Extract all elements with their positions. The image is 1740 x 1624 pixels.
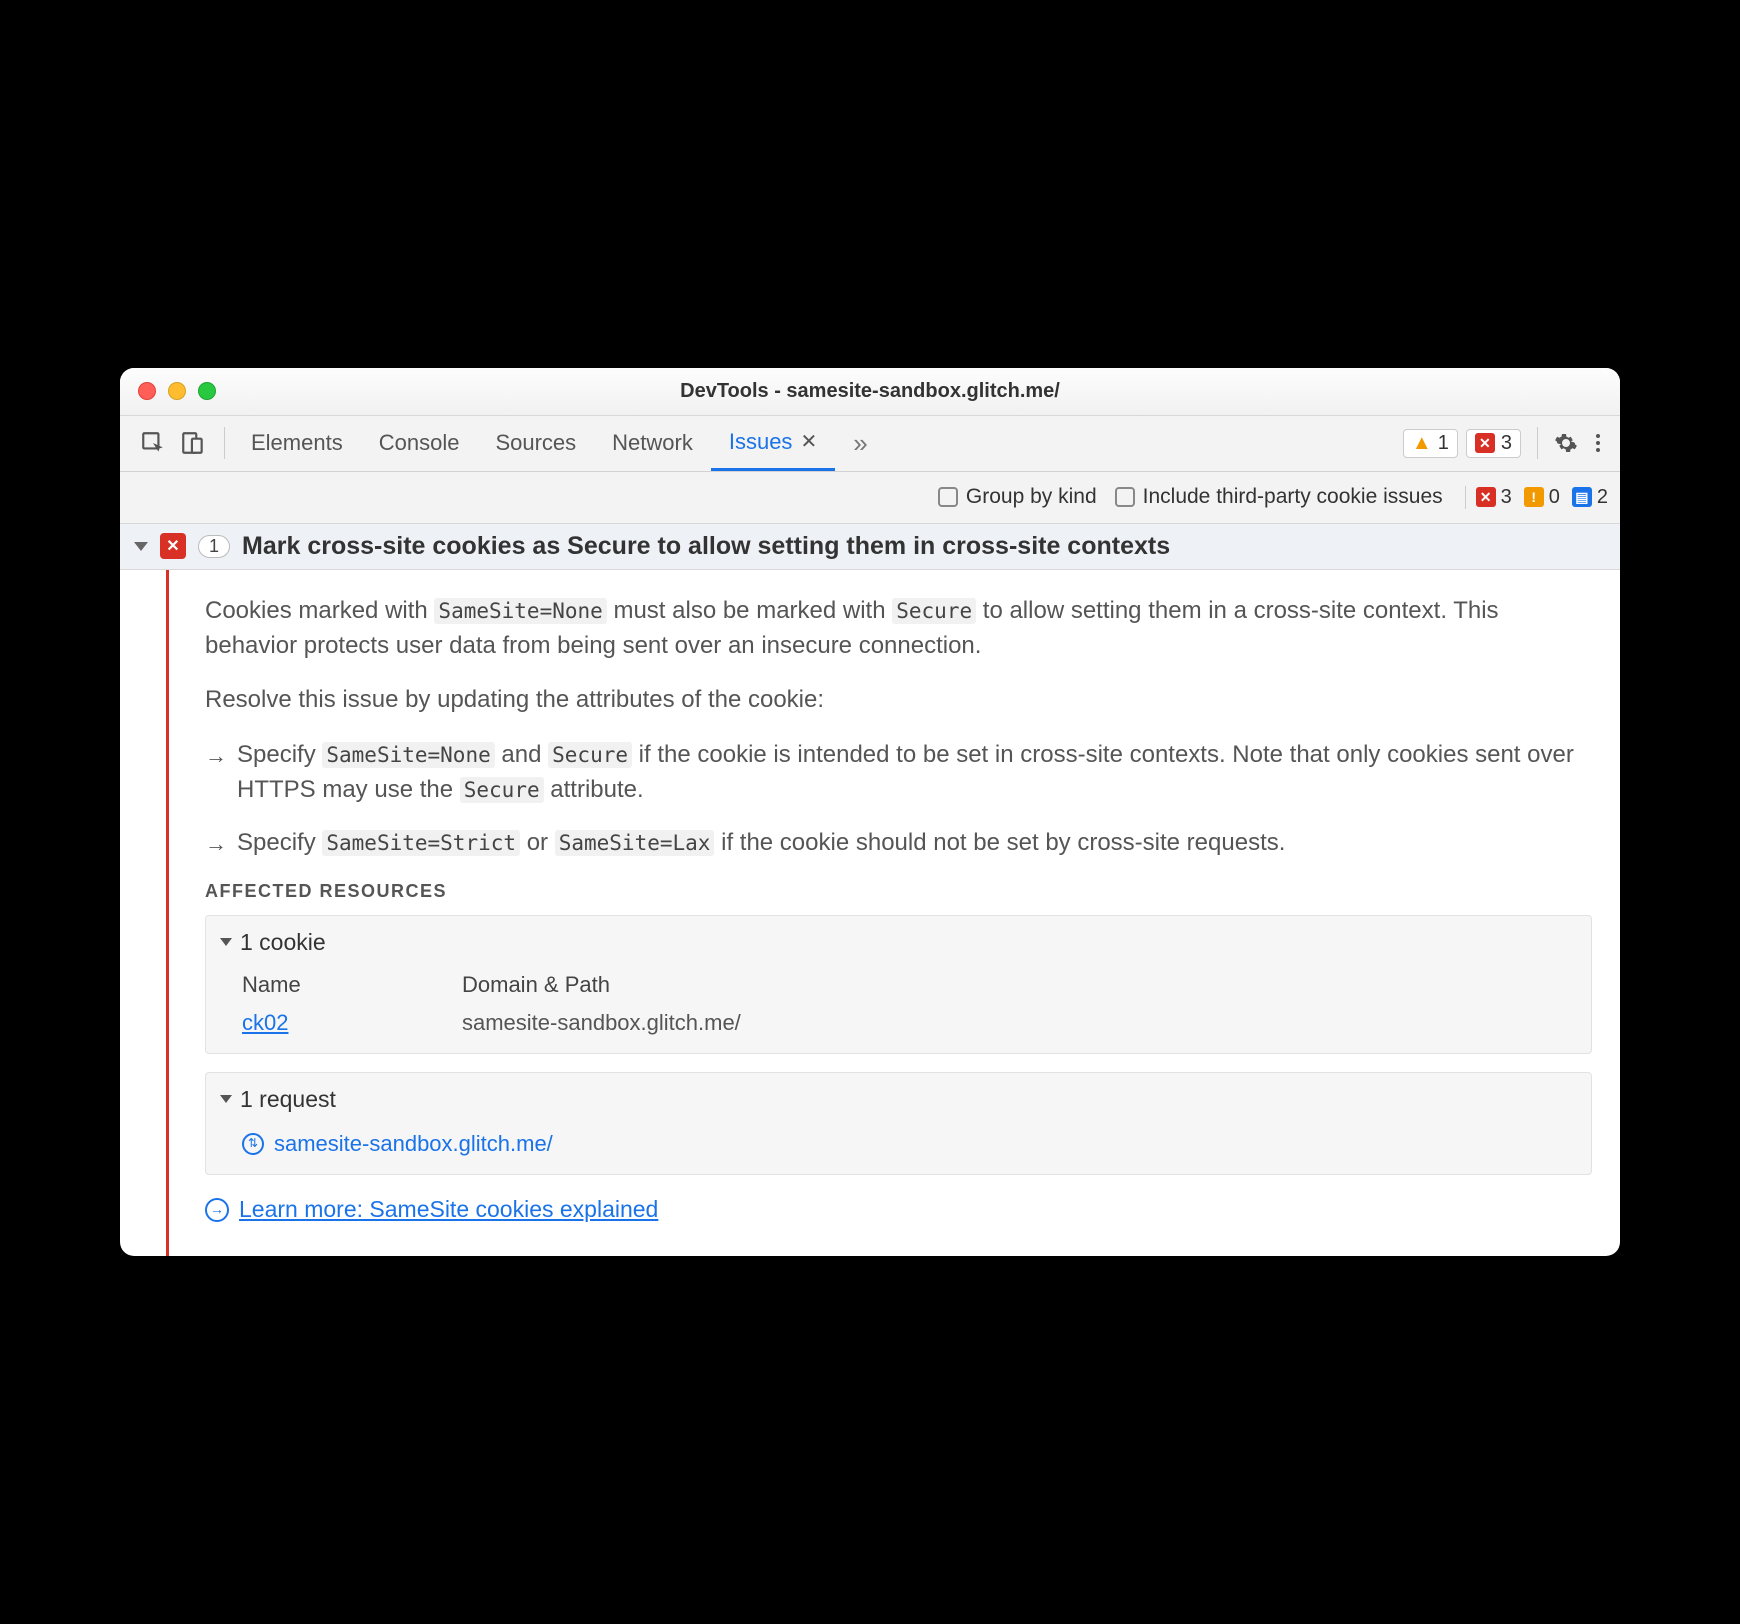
warning-count: 0: [1549, 486, 1560, 509]
tab-issues-label: Issues: [729, 429, 793, 455]
cookie-name-link[interactable]: ck02: [242, 1010, 288, 1035]
warning-icon: ▲: [1412, 433, 1432, 453]
resolution-step: → Specify SameSite=None and Secure if th…: [205, 738, 1592, 808]
warnings-badge[interactable]: ▲ 1: [1403, 429, 1458, 458]
code-samesite-none: SameSite=None: [322, 742, 494, 768]
error-icon: ✕: [160, 533, 186, 559]
info-count: 2: [1597, 486, 1608, 509]
arrow-right-circle-icon: →: [205, 1198, 229, 1222]
issue-row-header[interactable]: ✕ 1 Mark cross-site cookies as Secure to…: [120, 524, 1620, 570]
code-samesite-lax: SameSite=Lax: [555, 830, 715, 856]
include-third-party-label: Include third-party cookie issues: [1143, 485, 1443, 509]
issue-content: Cookies marked with SameSite=None must a…: [169, 570, 1620, 1257]
code-secure: Secure: [460, 777, 544, 803]
close-tab-icon[interactable]: ✕: [800, 429, 817, 454]
cookie-domain: samesite-sandbox.glitch.me/: [462, 1007, 741, 1039]
table-header: Name Domain & Path: [242, 969, 1577, 1001]
col-domain-path: Domain & Path: [462, 969, 610, 1001]
code-secure: Secure: [548, 742, 632, 768]
errors-count: 3: [1501, 432, 1512, 455]
group-by-kind-checkbox[interactable]: Group by kind: [938, 485, 1097, 509]
tab-elements[interactable]: Elements: [233, 416, 361, 471]
arrow-icon: →: [205, 738, 227, 808]
devtools-window: DevTools - samesite-sandbox.glitch.me/ E…: [120, 368, 1620, 1257]
issue-title: Mark cross-site cookies as Secure to all…: [242, 532, 1170, 561]
request-link[interactable]: samesite-sandbox.glitch.me/: [274, 1128, 553, 1160]
tab-overflow[interactable]: »: [835, 416, 885, 471]
error-counter[interactable]: ✕3: [1476, 486, 1512, 509]
titlebar: DevTools - samesite-sandbox.glitch.me/: [120, 368, 1620, 416]
error-icon: ✕: [1475, 433, 1495, 453]
col-name: Name: [242, 969, 382, 1001]
cookies-table: Name Domain & Path ck02 samesite-sandbox…: [242, 969, 1577, 1039]
issue-body: Cookies marked with SameSite=None must a…: [120, 570, 1620, 1257]
error-count: 3: [1501, 486, 1512, 509]
settings-icon[interactable]: [1554, 431, 1578, 455]
device-toggle-icon[interactable]: [180, 430, 206, 456]
tab-issues[interactable]: Issues ✕: [711, 416, 835, 471]
inspect-tools: [130, 430, 216, 456]
checkbox-icon: [1115, 487, 1135, 507]
panel-tabbar: Elements Console Sources Network Issues …: [120, 416, 1620, 472]
network-icon: ⇅: [242, 1133, 264, 1155]
expand-icon: [134, 542, 148, 551]
error-icon: ✕: [1476, 487, 1496, 507]
tab-sources[interactable]: Sources: [477, 416, 594, 471]
learn-more-link[interactable]: Learn more: SameSite cookies explained: [239, 1193, 658, 1226]
separator: [1537, 427, 1538, 459]
issue-description: Cookies marked with SameSite=None must a…: [205, 594, 1592, 664]
inspect-element-icon[interactable]: [140, 430, 166, 456]
affected-resources-label: Affected Resources: [205, 878, 1592, 904]
info-icon: ▤: [1572, 487, 1592, 507]
include-third-party-checkbox[interactable]: Include third-party cookie issues: [1115, 485, 1443, 509]
expand-icon: [220, 1095, 232, 1103]
warnings-count: 1: [1438, 432, 1449, 455]
more-icon[interactable]: [1586, 431, 1610, 455]
tab-console[interactable]: Console: [361, 416, 478, 471]
code-samesite-strict: SameSite=Strict: [322, 830, 520, 856]
arrow-icon: →: [205, 826, 227, 861]
affected-requests-title: 1 request: [240, 1083, 336, 1116]
table-row: ck02 samesite-sandbox.glitch.me/: [242, 1007, 1577, 1039]
affected-cookies: 1 cookie Name Domain & Path ck02 samesit…: [205, 915, 1592, 1054]
request-row: ⇅ samesite-sandbox.glitch.me/: [242, 1128, 1577, 1160]
code-samesite-none: SameSite=None: [434, 598, 606, 624]
expand-icon: [220, 938, 232, 946]
resolution-step: → Specify SameSite=Strict or SameSite=La…: [205, 826, 1592, 861]
window-title: DevTools - samesite-sandbox.glitch.me/: [120, 380, 1620, 403]
panel-tabs: Elements Console Sources Network Issues …: [233, 416, 886, 471]
affected-requests: 1 request ⇅ samesite-sandbox.glitch.me/: [205, 1072, 1592, 1175]
tab-network[interactable]: Network: [594, 416, 711, 471]
separator: [224, 427, 225, 459]
affected-requests-header[interactable]: 1 request: [220, 1083, 1577, 1116]
issue-counters: ✕3 !0 ▤2: [1465, 486, 1608, 509]
toolbar-right: ▲ 1 ✕ 3: [1403, 427, 1610, 459]
affected-cookies-header[interactable]: 1 cookie: [220, 926, 1577, 959]
errors-badge[interactable]: ✕ 3: [1466, 429, 1521, 458]
checkbox-icon: [938, 487, 958, 507]
issues-filterbar: Group by kind Include third-party cookie…: [120, 472, 1620, 524]
learn-more: → Learn more: SameSite cookies explained: [205, 1193, 1592, 1226]
issue-count-badge: 1: [198, 535, 230, 558]
group-by-kind-label: Group by kind: [966, 485, 1097, 509]
issue-resolve-intro: Resolve this issue by updating the attri…: [205, 683, 1592, 718]
warning-counter[interactable]: !0: [1524, 486, 1560, 509]
affected-cookies-title: 1 cookie: [240, 926, 326, 959]
code-secure: Secure: [892, 598, 976, 624]
info-counter[interactable]: ▤2: [1572, 486, 1608, 509]
warning-icon: !: [1524, 487, 1544, 507]
